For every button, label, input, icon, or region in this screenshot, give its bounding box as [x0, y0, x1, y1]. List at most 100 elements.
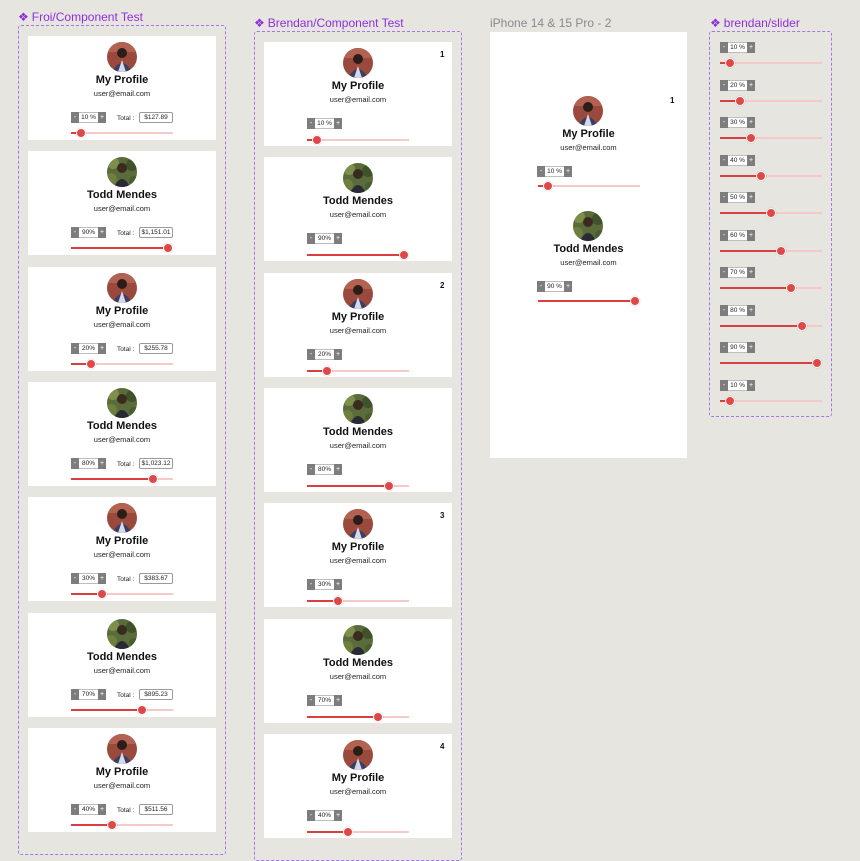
percent-stepper[interactable]: -90% + — [71, 227, 106, 239]
decrement-button[interactable]: - — [307, 233, 315, 245]
percent-slider[interactable] — [720, 245, 822, 256]
increment-button[interactable]: + — [747, 117, 755, 128]
decrement-button[interactable]: - — [720, 117, 728, 128]
decrement-button[interactable]: - — [720, 79, 728, 91]
percent-stepper[interactable]: -50 % + — [720, 192, 755, 203]
percent-slider[interactable] — [538, 296, 640, 306]
total-amount-field[interactable]: $511.56 — [139, 803, 173, 815]
percent-stepper[interactable]: -60 % + — [720, 229, 755, 241]
decrement-button[interactable]: - — [71, 803, 79, 815]
percent-value[interactable]: 20% — [79, 342, 98, 354]
decrement-button[interactable]: - — [307, 579, 315, 591]
total-amount-field[interactable]: $383.67 — [139, 573, 173, 585]
increment-button[interactable]: + — [747, 229, 755, 241]
slider-thumb[interactable] — [786, 283, 796, 293]
percent-slider[interactable] — [307, 596, 409, 607]
increment-button[interactable]: + — [334, 809, 342, 821]
increment-button[interactable]: + — [334, 579, 342, 591]
percent-value[interactable]: 10 % — [315, 118, 334, 129]
percent-slider[interactable] — [538, 181, 640, 191]
percent-slider[interactable] — [71, 243, 173, 254]
decrement-button[interactable]: - — [720, 229, 728, 241]
decrement-button[interactable]: - — [71, 457, 79, 469]
slider-thumb[interactable] — [333, 596, 343, 607]
percent-value[interactable]: 90 % — [545, 281, 564, 292]
slider-thumb[interactable] — [630, 296, 640, 306]
slider-thumb[interactable] — [543, 181, 553, 191]
percent-slider[interactable] — [307, 135, 409, 145]
slider-variant[interactable]: -50 % + — [720, 192, 824, 220]
percent-slider[interactable] — [307, 826, 409, 837]
decrement-button[interactable]: - — [720, 42, 728, 53]
total-amount-field[interactable]: $1,151.01 — [139, 227, 173, 239]
percent-slider[interactable] — [720, 58, 822, 68]
slider-variant[interactable]: -90 % + — [720, 342, 824, 370]
percent-value[interactable]: 70% — [315, 694, 334, 706]
slider-thumb[interactable] — [137, 704, 147, 715]
profile-card[interactable]: My Profile user@email.com 3 -30% + — [264, 503, 452, 608]
slider-thumb[interactable] — [756, 170, 766, 181]
slider-thumb[interactable] — [86, 358, 96, 369]
slider-variant[interactable]: -30 % + — [720, 117, 824, 145]
percent-slider[interactable] — [71, 589, 173, 600]
frame-title-brendan[interactable]: ❖ Brendan/Component Test — [254, 16, 404, 30]
increment-button[interactable]: + — [747, 154, 755, 166]
decrement-button[interactable]: - — [71, 112, 79, 123]
percent-value[interactable]: 10 % — [728, 379, 747, 391]
percent-value[interactable]: 40% — [79, 803, 98, 815]
slider-thumb[interactable] — [399, 250, 409, 261]
percent-stepper[interactable]: -20% + — [307, 348, 342, 360]
increment-button[interactable]: + — [564, 166, 572, 177]
percent-stepper[interactable]: -90 % + — [720, 342, 755, 353]
profile-card[interactable]: Todd Mendes user@email.com -80% + Total : $1,… — [28, 381, 216, 486]
percent-value[interactable]: 20 % — [728, 79, 747, 91]
increment-button[interactable]: + — [98, 573, 106, 585]
slider-thumb[interactable] — [322, 365, 332, 376]
percent-value[interactable]: 80% — [79, 457, 98, 469]
slider-variant[interactable]: -70 % + — [720, 267, 824, 295]
percent-slider[interactable] — [720, 395, 822, 406]
percent-slider[interactable] — [720, 358, 822, 368]
total-amount-field[interactable]: $1,023.12 — [139, 457, 173, 469]
increment-button[interactable]: + — [334, 348, 342, 360]
slider-variant[interactable]: -80 % + — [720, 304, 824, 333]
slider-thumb[interactable] — [76, 128, 86, 138]
iphone-frame[interactable]: 1 My Profile user@email.com -10 % + Todd Mend… — [490, 32, 687, 458]
increment-button[interactable]: + — [564, 281, 572, 292]
increment-button[interactable]: + — [98, 112, 106, 123]
slider-variant[interactable]: -40 % + — [720, 154, 824, 183]
decrement-button[interactable]: - — [71, 342, 79, 354]
percent-slider[interactable] — [71, 128, 173, 138]
profile-card[interactable]: My Profile user@email.com 4 -40% + — [264, 733, 452, 838]
slider-thumb[interactable] — [797, 320, 807, 331]
percent-value[interactable]: 30 % — [728, 117, 747, 128]
percent-stepper[interactable]: -10 % + — [720, 42, 755, 53]
profile-card[interactable]: My Profile user@email.com 1 -10 % + — [264, 42, 452, 146]
slider-variant[interactable]: -10 % + — [720, 379, 824, 408]
slider-thumb[interactable] — [725, 395, 735, 406]
percent-stepper[interactable]: -70% + — [307, 694, 342, 706]
slider-thumb[interactable] — [148, 473, 158, 484]
percent-stepper[interactable]: -80% + — [307, 463, 342, 475]
percent-slider[interactable] — [307, 365, 409, 376]
slider-thumb[interactable] — [746, 133, 756, 143]
decrement-button[interactable]: - — [537, 166, 545, 177]
percent-stepper[interactable]: -80% + — [71, 457, 106, 469]
percent-stepper[interactable]: -30% + — [71, 573, 106, 585]
increment-button[interactable]: + — [98, 227, 106, 239]
increment-button[interactable]: + — [747, 304, 755, 316]
increment-button[interactable]: + — [334, 694, 342, 706]
decrement-button[interactable]: - — [307, 809, 315, 821]
slider-thumb[interactable] — [107, 819, 117, 830]
slider-thumb[interactable] — [766, 208, 776, 218]
percent-value[interactable]: 80 % — [728, 304, 747, 316]
profile-card[interactable]: Todd Mendes user@email.com -90% + — [264, 157, 452, 262]
increment-button[interactable]: + — [98, 803, 106, 815]
percent-value[interactable]: 40% — [315, 809, 334, 821]
slider-thumb[interactable] — [812, 358, 822, 368]
profile-card[interactable]: My Profile user@email.com -40% + Total : $511… — [28, 727, 216, 832]
decrement-button[interactable]: - — [720, 379, 728, 391]
percent-value[interactable]: 30% — [79, 573, 98, 585]
slider-variant[interactable]: -60 % + — [720, 229, 824, 258]
profile-card[interactable]: My Profile user@email.com -20% + Total : $255… — [28, 266, 216, 371]
